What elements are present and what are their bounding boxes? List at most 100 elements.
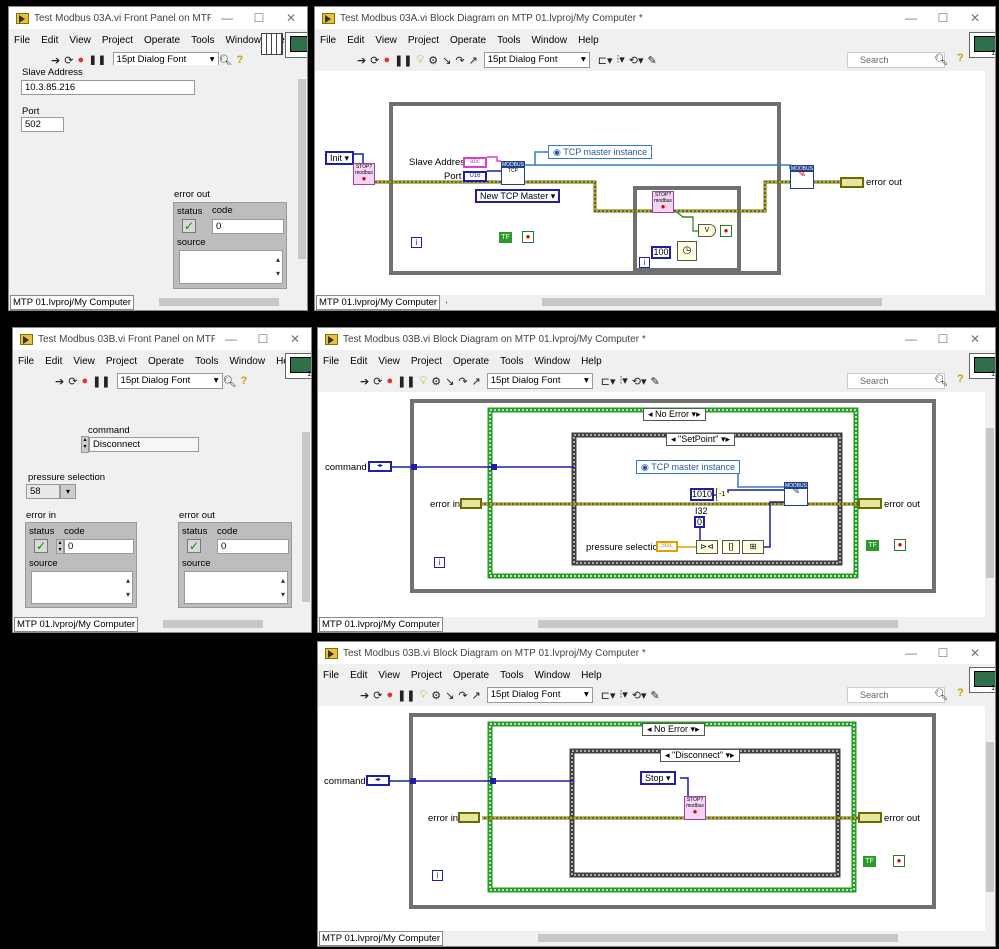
menu-file[interactable]: File	[320, 35, 336, 46]
step-over-icon[interactable]: ↷	[455, 54, 464, 67]
search-icon[interactable]: 🔍︎	[934, 688, 948, 701]
menu-file[interactable]: File	[323, 356, 339, 367]
context-help-icon[interactable]: ?	[241, 375, 248, 387]
stop-modbus-vi-inner[interactable]: STOP? modbus ●	[652, 191, 674, 213]
port-control-terminal[interactable]: U16	[463, 171, 487, 182]
case-selector-outer[interactable]: ◂ No Error ▾▸	[642, 723, 705, 736]
step-out-icon[interactable]: ↗	[469, 54, 478, 67]
menu-tools[interactable]: Tools	[497, 35, 520, 46]
menu-view[interactable]: View	[378, 356, 400, 367]
menu-operate[interactable]: Operate	[144, 35, 180, 46]
step-into-icon[interactable]: ↘	[442, 54, 451, 67]
abort-icon[interactable]: ●	[383, 54, 390, 66]
title-bar[interactable]: Test Modbus 03A.vi Front Panel on MTP 01…	[9, 7, 307, 29]
menu-edit[interactable]: Edit	[45, 356, 62, 367]
vertical-scrollbar[interactable]	[301, 392, 311, 619]
menu-file[interactable]: File	[18, 356, 34, 367]
run-arrow-icon[interactable]: ➔	[360, 689, 369, 702]
align-objects-icon[interactable]: ⊏▾	[601, 375, 616, 388]
run-arrow-icon[interactable]: ➔	[55, 375, 64, 388]
step-out-icon[interactable]: ↗	[472, 375, 481, 388]
horizontal-scrollbar[interactable]	[139, 297, 289, 307]
maximize-icon[interactable]: ☐	[927, 7, 959, 29]
close-icon[interactable]: ✕	[959, 7, 991, 29]
code-stepper[interactable]: ▴ ▾	[56, 539, 64, 554]
menu-edit[interactable]: Edit	[350, 356, 367, 367]
maximize-icon[interactable]: ☐	[247, 328, 279, 350]
minimize-icon[interactable]: —	[895, 642, 927, 664]
title-bar[interactable]: Test Modbus 03B.vi Front Panel on MTP 01…	[13, 328, 311, 350]
menu-operate[interactable]: Operate	[148, 356, 184, 367]
font-selector[interactable]: 15pt Dialog Font	[486, 373, 593, 389]
font-selector[interactable]: 15pt Dialog Font	[486, 687, 593, 703]
close-icon[interactable]: ✕	[275, 7, 307, 29]
context-help-icon[interactable]: ?	[957, 687, 964, 699]
tcp-master-instance-indicator[interactable]: ◉ TCP master instance	[548, 145, 653, 159]
pressure-dropdown-button[interactable]: ▾	[60, 484, 76, 499]
init-enum-constant[interactable]: Init ▾	[325, 151, 355, 165]
menu-window[interactable]: Window	[534, 670, 570, 681]
minimize-icon[interactable]: —	[895, 7, 927, 29]
vertical-scrollbar[interactable]	[985, 392, 995, 619]
horizontal-scrollbar[interactable]	[448, 933, 982, 943]
cleanup-diagram-icon[interactable]: ✎	[651, 375, 660, 388]
menu-file[interactable]: File	[323, 670, 339, 681]
menu-edit[interactable]: Edit	[41, 35, 58, 46]
menu-operate[interactable]: Operate	[450, 35, 486, 46]
run-continuous-icon[interactable]: ⟳	[370, 54, 379, 67]
pause-icon[interactable]: ❚❚	[394, 54, 412, 67]
modbus-tcp-master-vi[interactable]: MODBUS TCP	[501, 161, 525, 185]
slave-address-control-terminal[interactable]: abc	[463, 157, 487, 168]
menu-window[interactable]: Window	[229, 356, 265, 367]
distribute-objects-icon[interactable]: ⫶▾	[617, 53, 625, 67]
menu-project[interactable]: Project	[106, 356, 137, 367]
menu-tools[interactable]: Tools	[500, 356, 523, 367]
search-icon[interactable]: 🔍︎	[934, 374, 948, 387]
search-input[interactable]: Search	[847, 52, 945, 68]
menu-operate[interactable]: Operate	[453, 670, 489, 681]
stop-modbus-vi[interactable]: STOP? modbus ●	[684, 796, 706, 820]
retain-wire-values-icon[interactable]: ⚙	[431, 689, 441, 702]
wait-ms-constant[interactable]: 100	[651, 246, 671, 259]
menu-help[interactable]: Help	[581, 670, 602, 681]
menu-tools[interactable]: Tools	[500, 670, 523, 681]
horizontal-scrollbar[interactable]	[448, 619, 982, 629]
case-selector-inner[interactable]: ◂ "SetPoint" ▾▸	[666, 433, 735, 446]
menu-file[interactable]: File	[14, 35, 30, 46]
menu-window[interactable]: Window	[534, 356, 570, 367]
run-continuous-icon[interactable]: ⟳	[373, 375, 382, 388]
horizontal-scrollbar[interactable]	[447, 297, 981, 307]
modbus-write-vi[interactable]: MODBUS ✎	[784, 482, 808, 506]
minimize-icon[interactable]: —	[215, 328, 247, 350]
run-continuous-icon[interactable]: ⟳	[68, 375, 77, 388]
pressure-selection-field[interactable]: 58	[26, 484, 60, 499]
menu-window[interactable]: Window	[531, 35, 567, 46]
menu-view[interactable]: View	[73, 356, 95, 367]
abort-icon[interactable]: ●	[81, 375, 88, 387]
slave-address-field[interactable]: 10.3.85.216	[21, 80, 195, 95]
menu-operate[interactable]: Operate	[453, 356, 489, 367]
horizontal-scrollbar[interactable]	[143, 619, 293, 629]
stop-enum-constant[interactable]: Stop ▾	[640, 771, 676, 785]
case-selector-inner[interactable]: ◂ "Disconnect" ▾▸	[660, 749, 740, 762]
error-in-terminal[interactable]	[460, 498, 482, 509]
reorder-icon[interactable]: ⟲▾	[629, 54, 644, 67]
maximize-icon[interactable]: ☐	[243, 7, 275, 29]
reorder-icon[interactable]: ⟲▾	[632, 375, 647, 388]
menu-project[interactable]: Project	[102, 35, 133, 46]
source-field[interactable]	[31, 571, 133, 604]
menu-help[interactable]: Help	[578, 35, 599, 46]
step-into-icon[interactable]: ↘	[445, 375, 454, 388]
step-out-icon[interactable]: ↗	[472, 689, 481, 702]
port-field[interactable]: 502	[21, 117, 64, 132]
highlight-execution-icon[interactable]: 💡︎	[420, 689, 428, 702]
address-constant[interactable]: 1010	[690, 488, 714, 501]
maximize-icon[interactable]: ☐	[927, 642, 959, 664]
menu-project[interactable]: Project	[411, 356, 442, 367]
menu-edit[interactable]: Edit	[347, 35, 364, 46]
font-selector[interactable]: 15pt Dialog Font	[116, 373, 223, 389]
context-help-icon[interactable]: ?	[957, 373, 964, 385]
status-control[interactable]: ✓	[34, 539, 48, 553]
search-icon[interactable]: 🔍︎	[934, 53, 948, 66]
menu-view[interactable]: View	[69, 35, 91, 46]
